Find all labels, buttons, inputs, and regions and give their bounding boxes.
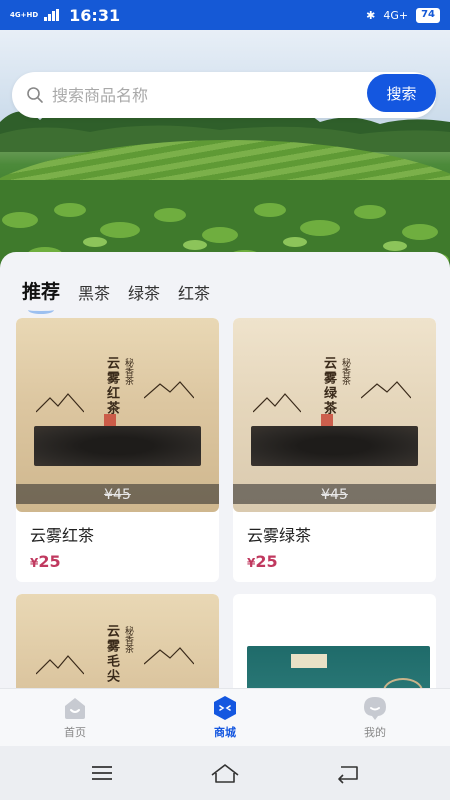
product-name: 云雾绿茶 [247, 526, 312, 545]
bag-title: 云雾红茶 [104, 356, 119, 416]
menu-icon[interactable] [87, 762, 117, 784]
back-icon[interactable] [333, 762, 363, 784]
original-price: ¥45 [104, 487, 131, 503]
tab-dark-tea[interactable]: 黑茶 [78, 280, 110, 304]
tab-indicator [28, 306, 54, 314]
tab-black-tea[interactable]: 红茶 [178, 280, 210, 304]
original-price: ¥45 [321, 487, 348, 503]
mountain-decoration [36, 393, 84, 413]
nav-mall-label: 商城 [214, 726, 236, 739]
nav-profile-label: 我的 [364, 726, 386, 739]
price-value: 25 [255, 552, 278, 571]
product-image: 云雾红茶 秘香茶 ¥45 [16, 318, 219, 512]
nav-profile[interactable]: 我的 [300, 689, 450, 746]
tab-label: 推荐 [22, 281, 61, 303]
tab-recommend[interactable]: 推荐 [22, 277, 61, 314]
status-right: ✱ 4G+ 74 [366, 7, 440, 23]
home-icon [65, 698, 85, 719]
signal-icon [44, 9, 60, 21]
mountain-decoration [36, 655, 84, 675]
search-input[interactable] [52, 85, 302, 105]
bag-subtitle: 秘香茶 [123, 358, 133, 385]
bag-title: 云雾毛尖 [104, 624, 119, 684]
product-image: 云雾绿茶 秘香茶 ¥45 [233, 318, 436, 512]
bag-subtitle: 秘香茶 [340, 358, 350, 385]
mall-icon [214, 696, 236, 720]
search-button[interactable]: 搜索 [367, 74, 436, 112]
tea-window [34, 426, 201, 466]
bag-title: 云雾绿茶 [321, 356, 336, 416]
category-tabs: 推荐 黑茶 绿茶 红茶 [0, 252, 450, 314]
product-name: 云雾红茶 [30, 526, 95, 545]
seal-stamp [104, 414, 116, 426]
search-icon [27, 87, 43, 103]
nav-home[interactable]: 首页 [0, 689, 150, 746]
price-value: 25 [38, 552, 61, 571]
nav-mall[interactable]: 商城 [150, 689, 300, 746]
network-right: 4G+ [383, 8, 409, 22]
network-indicator: 4G+HD [10, 11, 39, 19]
clock: 16:31 [69, 5, 121, 25]
bottom-nav: 首页 商城 我的 [0, 688, 450, 746]
home-button-icon[interactable] [210, 762, 240, 784]
mountain-decoration [144, 647, 194, 665]
mountain-decoration [253, 393, 301, 413]
banner-image: 搜索 [0, 30, 450, 275]
product-card[interactable]: 云雾红茶 秘香茶 ¥45 云雾红茶 ¥25 [16, 318, 219, 582]
product-grid: 云雾红茶 秘香茶 ¥45 云雾红茶 ¥25 云雾绿茶 秘香茶 ¥45 云雾绿茶 … [16, 318, 436, 714]
battery-icon: 74 [416, 7, 440, 23]
mountain-decoration [144, 381, 194, 399]
box-label [291, 654, 327, 668]
nav-home-label: 首页 [64, 726, 86, 739]
seal-stamp [321, 414, 333, 426]
product-price: ¥25 [233, 546, 436, 571]
tab-green-tea[interactable]: 绿茶 [128, 280, 160, 304]
status-bar: 4G+HD 16:31 ✱ 4G+ 74 [0, 0, 450, 30]
content-panel: 推荐 黑茶 绿茶 红茶 云雾红茶 秘香茶 ¥45 云雾红茶 ¥25 云雾绿茶 秘… [0, 252, 450, 714]
tea-window [251, 426, 418, 466]
product-card[interactable]: 云雾绿茶 秘香茶 ¥45 云雾绿茶 ¥25 [233, 318, 436, 582]
battery-level: 74 [421, 8, 435, 20]
product-price: ¥25 [16, 546, 219, 571]
profile-icon [364, 697, 386, 720]
bluetooth-icon: ✱ [366, 8, 376, 22]
system-nav-bar [0, 746, 450, 800]
status-left: 4G+HD 16:31 [10, 6, 120, 25]
mountain-decoration [361, 381, 411, 399]
bag-subtitle: 秘香茶 [123, 626, 133, 653]
